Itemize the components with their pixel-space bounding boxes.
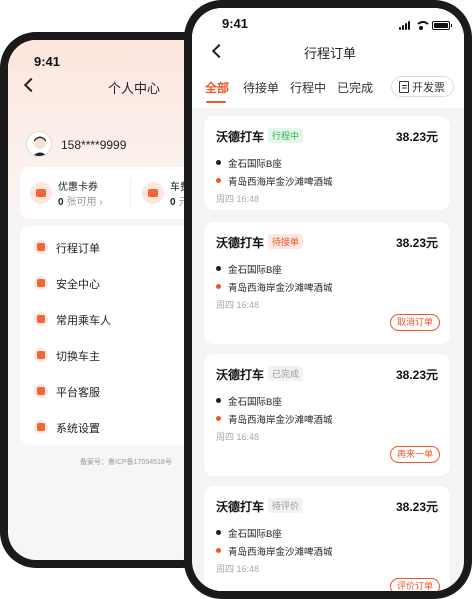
order-time: 周四 16:48: [216, 300, 260, 310]
status-badge: 待评价: [268, 498, 304, 513]
coupon-label[interactable]: 优惠卡券: [58, 178, 98, 193]
destination-address: 青岛西海岸金沙滩啤酒城: [228, 415, 333, 426]
profile-screen: 9:41 个人中心 158****9999 优惠卡券 0张可用 › 车费 0元 …: [8, 40, 210, 560]
status-time: 9:41: [222, 16, 249, 31]
wallet-card: 优惠卡券 0张可用 › 车费 0元: [20, 167, 210, 219]
status-badge: 已完成: [268, 366, 304, 381]
gear-icon: [34, 420, 48, 434]
tab-all[interactable]: 全部: [205, 79, 229, 96]
destination-address: 青岛西海岸金沙滩啤酒城: [228, 547, 333, 558]
signal-icon: [399, 21, 410, 30]
order-title: 沃德打车: [216, 500, 265, 514]
order-title: 沃德打车: [216, 130, 265, 144]
page-title: 个人中心: [108, 81, 161, 96]
orders-screen: 9:41 行程订单 全部 待接单 行程中 已完成 开发票 沃德打车 行程中 38…: [192, 8, 464, 591]
rate-order-button[interactable]: 评价订单: [389, 578, 440, 591]
tab-pending[interactable]: 待接单: [243, 79, 279, 96]
wifi-icon: [415, 21, 431, 30]
order-price: 38.23元: [395, 236, 438, 250]
avatar[interactable]: [26, 131, 52, 157]
fare-icon: [142, 182, 164, 204]
order-icon: [34, 240, 48, 254]
order-price: 38.23元: [395, 130, 438, 144]
order-time: 周四 16:48: [216, 194, 260, 204]
user-phone: 158****9999: [61, 138, 127, 152]
orders-phone-mockup: 9:41 行程订单 全部 待接单 行程中 已完成 开发票 沃德打车 行程中 38…: [184, 0, 472, 599]
invoice-label: 开发票: [412, 81, 445, 94]
menu-item-label: 系统设置: [56, 423, 100, 435]
page-title: 行程订单: [304, 46, 357, 61]
destination-address: 青岛西海岸金沙滩啤酒城: [228, 177, 333, 188]
menu-item-label: 平台客服: [56, 387, 100, 399]
order-tabs: 全部 待接单 行程中 已完成 开发票: [192, 72, 464, 106]
order-price: 38.23元: [395, 500, 438, 514]
icp-record: 备案号：鲁ICP备17054518号: [80, 459, 172, 466]
menu-item-label: 行程订单: [56, 243, 100, 255]
origin-address: 金石国际B座: [228, 397, 282, 408]
car-icon: [34, 348, 48, 362]
active-tab-indicator: [206, 101, 226, 103]
destination-address: 青岛西海岸金沙滩啤酒城: [228, 283, 333, 294]
invoice-button[interactable]: 开发票: [391, 76, 454, 97]
order-time: 周四 16:48: [216, 432, 260, 442]
status-badge: 待接单: [268, 234, 304, 249]
person-icon: [34, 312, 48, 326]
destination-dot-icon: [216, 416, 221, 421]
order-title: 沃德打车: [216, 368, 265, 382]
tab-completed[interactable]: 已完成: [337, 79, 373, 96]
origin-dot-icon: [216, 398, 221, 403]
cancel-order-button[interactable]: 取消订单: [389, 314, 440, 331]
order-card[interactable]: 沃德打车 已完成 38.23元 金石国际B座 青岛西海岸金沙滩啤酒城 周四 16…: [204, 354, 450, 476]
menu-item-label: 切换车主: [56, 351, 100, 363]
order-card[interactable]: 沃德打车 待接单 38.23元 金石国际B座 青岛西海岸金沙滩啤酒城 周四 16…: [204, 222, 450, 344]
invoice-icon: [399, 80, 409, 93]
reorder-button[interactable]: 再来一单: [389, 446, 440, 463]
order-time: 周四 16:48: [216, 564, 260, 574]
tab-in-progress[interactable]: 行程中: [290, 79, 326, 96]
destination-dot-icon: [216, 284, 221, 289]
menu-card: 行程订单 安全中心 常用乘车人 切换车主 平台客服 系统设置: [20, 226, 210, 445]
origin-address: 金石国际B座: [228, 159, 282, 170]
menu-item-label: 安全中心: [56, 279, 100, 291]
origin-dot-icon: [216, 530, 221, 535]
battery-icon: [432, 21, 452, 30]
order-card[interactable]: 沃德打车 待评价 38.23元 金石国际B座 青岛西海岸金沙滩啤酒城 周四 16…: [204, 486, 450, 591]
status-badge: 行程中: [268, 128, 304, 143]
menu-item-label: 常用乘车人: [56, 315, 111, 327]
origin-address: 金石国际B座: [228, 529, 282, 540]
origin-address: 金石国际B座: [228, 265, 282, 276]
shield-icon: [34, 276, 48, 290]
order-title: 沃德打车: [216, 236, 265, 250]
divider: [130, 179, 131, 207]
order-card[interactable]: 沃德打车 行程中 38.23元 金石国际B座 青岛西海岸金沙滩啤酒城 周四 16…: [204, 116, 450, 210]
coupon-value[interactable]: 0 张可用 ›: [58, 193, 103, 208]
phone-icon: [34, 384, 48, 398]
status-time: 9:41: [34, 54, 61, 69]
order-price: 38.23元: [395, 368, 438, 382]
destination-dot-icon: [216, 178, 221, 183]
destination-dot-icon: [216, 548, 221, 553]
origin-dot-icon: [216, 160, 221, 165]
origin-dot-icon: [216, 266, 221, 271]
status-icons: [399, 21, 452, 30]
coupon-icon: [30, 182, 52, 204]
